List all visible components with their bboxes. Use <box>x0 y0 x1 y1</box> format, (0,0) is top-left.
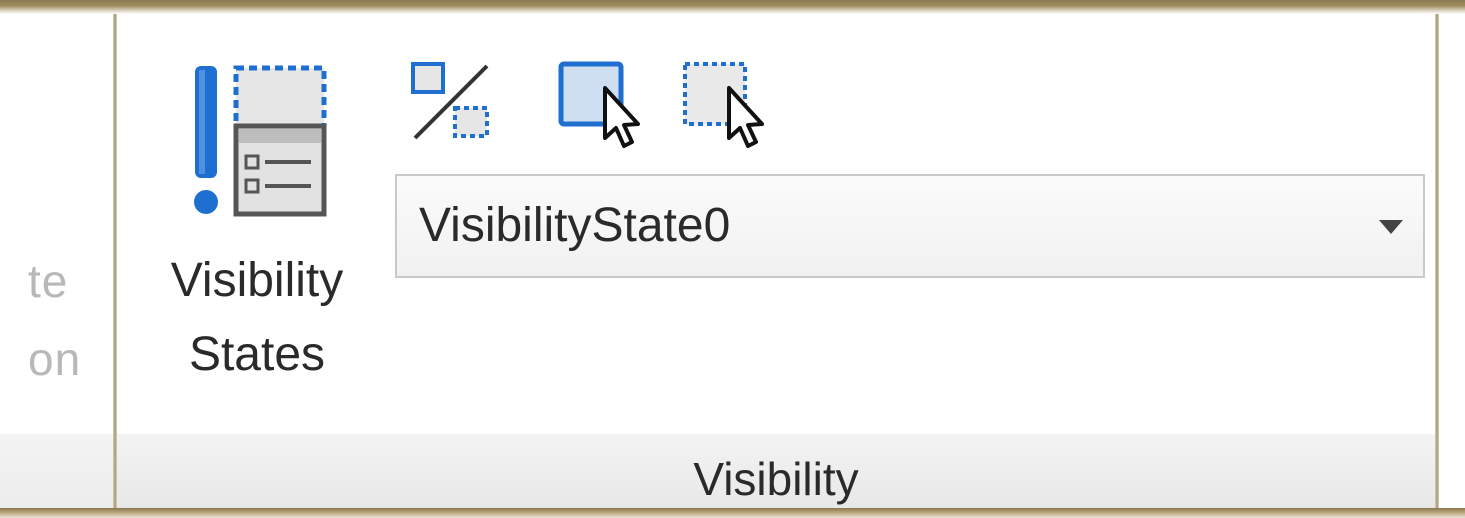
visibility-states-label-line1: Visibility <box>170 254 344 307</box>
visibility-states-button[interactable]: Visibility States <box>137 54 377 414</box>
hide-objects-icon <box>683 62 764 148</box>
show-all-objects-button[interactable] <box>555 58 645 148</box>
visibility-panel-title: Visibility <box>693 453 859 505</box>
dropdown-arrow-icon <box>1379 220 1403 234</box>
visibility-states-icon <box>194 65 327 217</box>
visibility-state-value: VisibilityState0 <box>419 199 731 252</box>
visibility-states-label-line2: States <box>188 328 326 381</box>
hide-objects-button[interactable] <box>679 58 769 148</box>
show-all-objects-icon <box>558 61 640 148</box>
visibility-state-dropdown[interactable]: VisibilityState0 <box>395 174 1425 278</box>
ribbon: te on Visibility States VisibilityState0… <box>0 0 1465 518</box>
visibility-panel-footer: Visibility <box>117 434 1435 508</box>
previous-panel: te on <box>0 14 113 508</box>
ribbon-bottom-edge <box>0 508 1465 518</box>
make-visible-invisible-icon <box>411 62 489 140</box>
previous-panel-footer <box>0 434 113 508</box>
make-visible-invisible-button[interactable] <box>407 58 497 148</box>
ribbon-top-edge <box>0 0 1465 14</box>
previous-panel-label-line2: on <box>28 333 82 385</box>
visibility-panel: Visibility States VisibilityState0 Visib… <box>117 14 1435 508</box>
next-panel-edge <box>1439 14 1465 508</box>
previous-panel-label-line1: te <box>28 255 69 307</box>
